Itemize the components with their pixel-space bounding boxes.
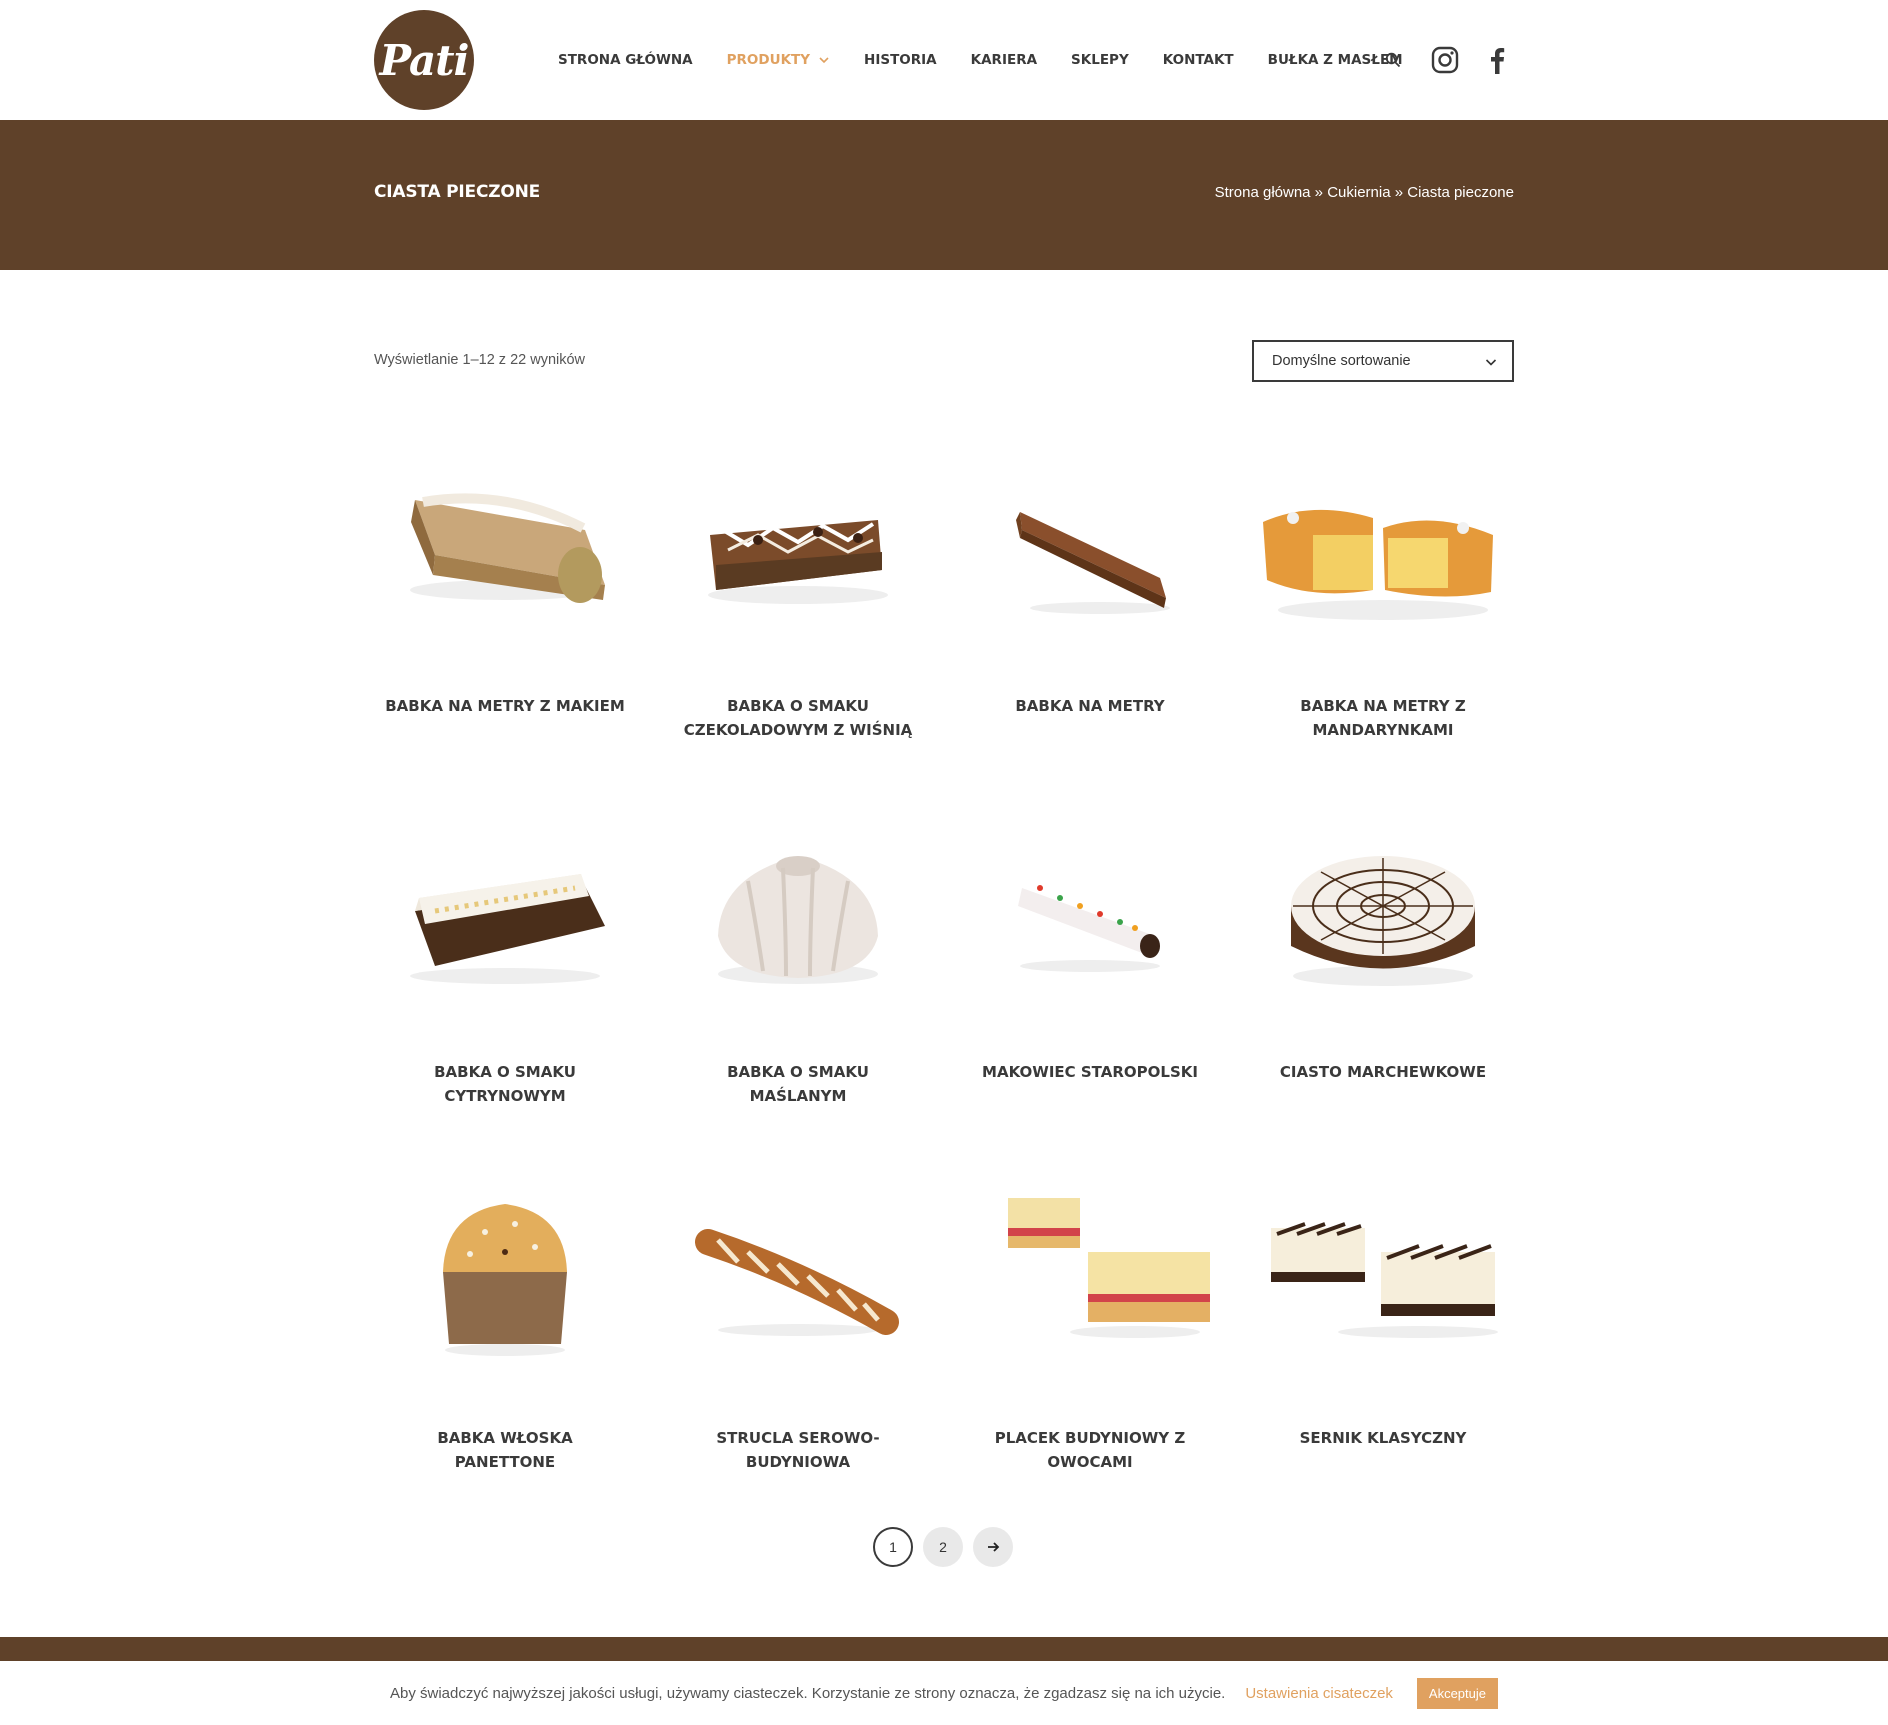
nav-label: SKLEPY <box>1071 52 1129 68</box>
product-name[interactable]: CIASTO MARCHEWKOWE <box>1253 1060 1513 1084</box>
next-page-button[interactable] <box>973 1527 1013 1567</box>
sort-selected-value: Domyślne sortowanie <box>1272 353 1411 369</box>
product-image[interactable] <box>375 1172 635 1412</box>
product-name[interactable]: MAKOWIEC STAROPOLSKI <box>960 1060 1220 1084</box>
breadcrumb-cukiernia[interactable]: Cukiernia <box>1327 184 1390 201</box>
product-card[interactable]: BABKA WŁOSKA PANETTONE <box>375 1172 635 1474</box>
product-name[interactable]: STRUCLA SEROWO-BUDYNIOWA <box>668 1426 928 1474</box>
product-name[interactable]: BABKA NA METRY Z MANDARYNKAMI <box>1253 694 1513 742</box>
product-image[interactable] <box>1253 1172 1513 1412</box>
logo-text: Pati <box>379 35 469 85</box>
pagination: 1 2 <box>873 1527 1023 1567</box>
page-1-button[interactable]: 1 <box>873 1527 913 1567</box>
product-image[interactable] <box>668 440 928 680</box>
nav-item-kontakt[interactable]: KONTAKT <box>1163 52 1234 68</box>
product-card[interactable]: BABKA O SMAKU CZEKOLADOWYM Z WIŚNIĄ <box>668 440 928 742</box>
product-name[interactable]: BABKA O SMAKU CZEKOLADOWYM Z WIŚNIĄ <box>668 694 928 742</box>
product-name[interactable]: BABKA NA METRY Z MAKIEM <box>375 694 635 718</box>
nav-item-home[interactable]: STRONA GŁÓWNA <box>558 52 693 68</box>
breadcrumb: Strona główna » Cukiernia » Ciasta piecz… <box>1215 184 1514 201</box>
product-card[interactable]: BABKA O SMAKU MAŚLANYM <box>668 806 928 1108</box>
breadcrumb-current: Ciasta pieczone <box>1407 184 1514 201</box>
nav-item-kariera[interactable]: KARIERA <box>971 52 1037 68</box>
main-nav: STRONA GŁÓWNA PRODUKTY HISTORIA KARIERA … <box>558 0 1437 120</box>
nav-item-sklepy[interactable]: SKLEPY <box>1071 52 1129 68</box>
product-card[interactable]: SERNIK KLASYCZNY <box>1253 1172 1513 1450</box>
product-card[interactable]: STRUCLA SEROWO-BUDYNIOWA <box>668 1172 928 1474</box>
nav-label: KONTAKT <box>1162 52 1234 68</box>
product-name[interactable]: SERNIK KLASYCZNY <box>1253 1426 1513 1450</box>
breadcrumb-home[interactable]: Strona główna <box>1215 184 1311 201</box>
search-icon[interactable] <box>1380 47 1406 73</box>
product-card[interactable]: MAKOWIEC STAROPOLSKI <box>960 806 1220 1084</box>
product-name[interactable]: BABKA O SMAKU MAŚLANYM <box>668 1060 928 1108</box>
page-title: CIASTA PIECZONE <box>374 182 541 202</box>
nav-label: HISTORIA <box>864 52 937 68</box>
nav-item-historia[interactable]: HISTORIA <box>864 52 937 68</box>
breadcrumb-separator: » <box>1310 184 1328 201</box>
page-title-band: CIASTA PIECZONE Strona główna » Cukierni… <box>0 120 1888 270</box>
product-image[interactable] <box>960 806 1220 1046</box>
site-logo[interactable]: Pati <box>374 10 474 110</box>
product-card[interactable]: PLACEK BUDYNIOWY Z OWOCAMI <box>960 1172 1220 1474</box>
product-image[interactable] <box>375 440 635 680</box>
header-icons <box>1380 0 1510 120</box>
site-header: Pati STRONA GŁÓWNA PRODUKTY HISTORIA KAR… <box>0 0 1888 120</box>
product-image[interactable] <box>960 1172 1220 1412</box>
product-image[interactable] <box>1253 806 1513 1046</box>
arrow-right-icon <box>988 1542 1000 1552</box>
product-name[interactable]: PLACEK BUDYNIOWY Z OWOCAMI <box>960 1426 1220 1474</box>
product-card[interactable]: BABKA O SMAKU CYTRYNOWYM <box>375 806 635 1108</box>
result-count: Wyświetlanie 1–12 z 22 wyników <box>374 352 586 368</box>
page-2-button[interactable]: 2 <box>923 1527 963 1567</box>
footer-bar <box>0 1637 1888 1661</box>
product-image[interactable] <box>668 806 928 1046</box>
product-name[interactable]: BABKA WŁOSKA PANETTONE <box>375 1426 635 1474</box>
product-image[interactable] <box>375 806 635 1046</box>
product-name[interactable]: BABKA NA METRY <box>960 694 1220 718</box>
cookie-notice: Aby świadczyć najwyższej jakości usługi,… <box>0 1661 1888 1725</box>
product-name[interactable]: BABKA O SMAKU CYTRYNOWYM <box>375 1060 635 1108</box>
cookie-settings-link[interactable]: Ustawienia cisateczek <box>1245 1685 1393 1702</box>
product-card[interactable]: BABKA NA METRY <box>960 440 1220 718</box>
instagram-icon[interactable] <box>1430 45 1460 75</box>
cookie-accept-button[interactable]: Akceptuje <box>1416 1677 1498 1709</box>
breadcrumb-separator: » <box>1390 184 1408 201</box>
chevron-down-icon <box>819 57 829 64</box>
nav-item-produkty[interactable]: PRODUKTY <box>727 52 830 68</box>
product-image[interactable] <box>668 1172 928 1412</box>
product-card[interactable]: BABKA NA METRY Z MANDARYNKAMI <box>1253 440 1513 742</box>
product-image[interactable] <box>1253 440 1513 680</box>
product-card[interactable]: BABKA NA METRY Z MAKIEM <box>375 440 635 718</box>
product-image[interactable] <box>960 440 1220 680</box>
facebook-icon[interactable] <box>1484 45 1510 75</box>
product-card[interactable]: CIASTO MARCHEWKOWE <box>1253 806 1513 1084</box>
nav-label: KARIERA <box>970 52 1038 68</box>
sort-select[interactable]: Domyślne sortowanie <box>1252 340 1514 382</box>
nav-label: PRODUKTY <box>726 52 811 68</box>
cookie-text: Aby świadczyć najwyższej jakości usługi,… <box>390 1684 1226 1702</box>
nav-label: STRONA GŁÓWNA <box>558 52 693 68</box>
chevron-down-icon <box>1485 359 1497 366</box>
